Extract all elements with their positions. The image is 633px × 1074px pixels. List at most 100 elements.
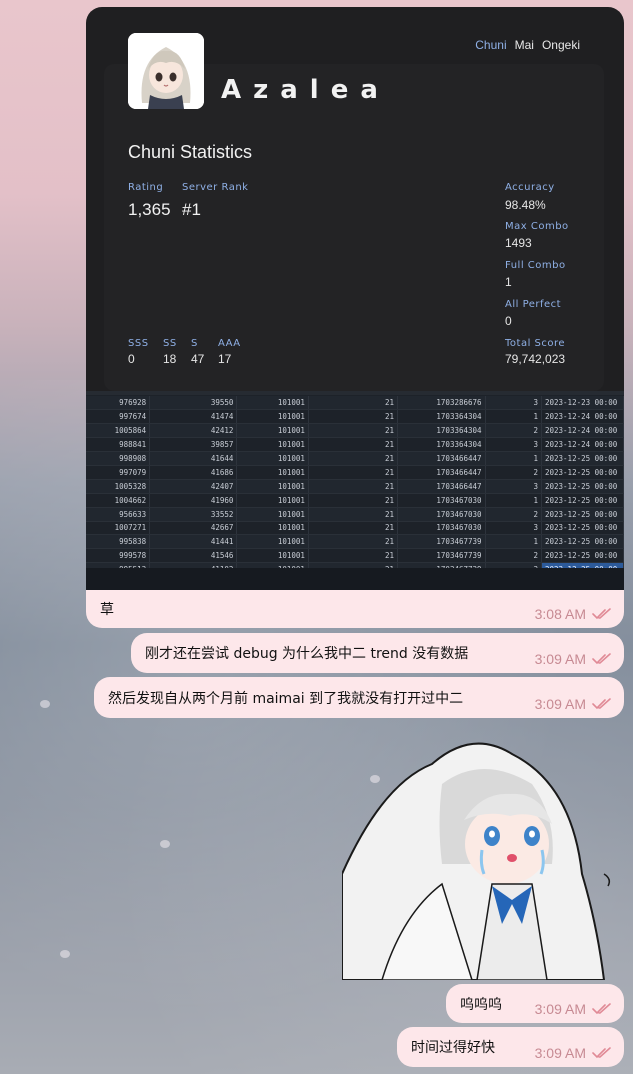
table-cell[interactable]: 21: [308, 507, 399, 522]
table-row[interactable]: 999578 41546 101001 21 1703467739 2 2023-12-25…: [86, 548, 624, 564]
table-cell[interactable]: 2023-12-25 00:00: [541, 534, 624, 550]
table-cell[interactable]: 997674: [86, 409, 151, 425]
table-cell[interactable]: 1703364304: [397, 409, 486, 425]
table-row[interactable]: 997674 41474 101001 21 1703364304 1 2023-12-24…: [86, 409, 624, 425]
table-row[interactable]: 956633 33552 101001 21 1703467030 2 2023-12-25…: [86, 507, 624, 522]
table-cell[interactable]: 101001: [236, 396, 309, 411]
table-row[interactable]: 998908 41644 101001 21 1703466447 1 2023-12-25…: [86, 451, 624, 466]
table-cell[interactable]: 3: [485, 479, 542, 494]
table-row[interactable]: 995838 41441 101001 21 1703467739 1 2023-12-25…: [86, 534, 624, 550]
table-cell[interactable]: 101001: [236, 451, 309, 466]
table-cell[interactable]: 999578: [86, 548, 151, 564]
table-cell[interactable]: 2023-12-25 00:00: [541, 521, 624, 536]
table-cell[interactable]: 21: [308, 493, 399, 508]
table-cell[interactable]: 1703466447: [397, 479, 486, 494]
table-row[interactable]: 988841 39857 101001 21 1703364304 3 2023-12-24…: [86, 437, 624, 453]
table-cell[interactable]: 3: [485, 437, 542, 453]
table-row[interactable]: 1004662 41960 101001 21 1703467030 1 2023-12-2…: [86, 493, 624, 508]
message-bubble[interactable]: 草 3:08 AM: [86, 590, 624, 628]
table-cell[interactable]: 2: [485, 423, 542, 439]
table-cell[interactable]: 3: [485, 396, 542, 411]
table-row[interactable]: 997079 41686 101001 21 1703466447 2 2023-12-25…: [86, 465, 624, 480]
table-cell[interactable]: 101001: [236, 409, 309, 425]
table-cell[interactable]: 2: [485, 548, 542, 564]
table-cell[interactable]: 1703466447: [397, 465, 486, 480]
table-row[interactable]: 1005864 42412 101001 21 1703364304 2 2023-12-2…: [86, 423, 624, 439]
table-cell[interactable]: 2023-12-24 00:00: [541, 423, 624, 439]
table-cell[interactable]: 2023-12-23 00:00: [541, 396, 624, 411]
table-cell[interactable]: 21: [308, 409, 399, 425]
table-cell[interactable]: 39550: [149, 396, 238, 411]
table-cell[interactable]: 2: [485, 507, 542, 522]
table-cell[interactable]: 2023-12-25 00:00: [541, 465, 624, 480]
table-row[interactable]: 976928 39550 101001 21 1703286676 3 2023-12-23…: [86, 396, 624, 411]
table-cell[interactable]: 41474: [149, 409, 238, 425]
nav-ongeki[interactable]: Ongeki: [542, 38, 580, 52]
table-cell[interactable]: 33552: [149, 507, 238, 522]
table-cell[interactable]: 2: [485, 465, 542, 480]
table-cell[interactable]: 41441: [149, 534, 238, 550]
table-cell[interactable]: 39857: [149, 437, 238, 453]
table-cell[interactable]: 1703286676: [397, 396, 486, 411]
table-cell[interactable]: 976928: [86, 396, 151, 411]
table-cell[interactable]: 2023-12-25 00:00: [541, 493, 624, 508]
table-cell[interactable]: 956633: [86, 507, 151, 522]
nav-mai[interactable]: Mai: [515, 38, 534, 52]
table-cell[interactable]: 101001: [236, 493, 309, 508]
table-cell[interactable]: 995838: [86, 534, 151, 550]
table-cell[interactable]: 42412: [149, 423, 238, 439]
table-cell[interactable]: 42667: [149, 521, 238, 536]
table-cell[interactable]: 21: [308, 534, 399, 550]
table-cell[interactable]: 101001: [236, 437, 309, 453]
table-cell[interactable]: 1703467030: [397, 507, 486, 522]
message-bubble[interactable]: 呜呜呜 3:09 AM: [446, 984, 624, 1023]
table-cell[interactable]: 21: [308, 479, 399, 494]
table-cell[interactable]: 101001: [236, 423, 309, 439]
table-cell[interactable]: 21: [308, 451, 399, 466]
table-cell[interactable]: 1703467030: [397, 493, 486, 508]
crying-girl-sticker[interactable]: [341, 724, 628, 981]
stats-screenshot[interactable]: Chuni Mai Ongeki Azalea Chuni Statistics…: [86, 7, 624, 391]
table-cell[interactable]: 21: [308, 465, 399, 480]
table-cell[interactable]: 1703364304: [397, 437, 486, 453]
table-cell[interactable]: 2023-12-25 00:00: [541, 548, 624, 564]
table-cell[interactable]: 41960: [149, 493, 238, 508]
table-cell[interactable]: 1004662: [86, 493, 151, 508]
table-cell[interactable]: 42407: [149, 479, 238, 494]
table-cell[interactable]: 21: [308, 521, 399, 536]
table-cell[interactable]: 1005328: [86, 479, 151, 494]
table-cell[interactable]: 101001: [236, 521, 309, 536]
table-cell[interactable]: 2023-12-25 00:00: [541, 507, 624, 522]
table-cell[interactable]: 21: [308, 548, 399, 564]
table-cell[interactable]: 21: [308, 437, 399, 453]
table-cell[interactable]: 2023-12-25 00:00: [541, 479, 624, 494]
table-row[interactable]: 1007271 42667 101001 21 1703467030 3 2023-12-2…: [86, 521, 624, 536]
table-cell[interactable]: 1703467739: [397, 548, 486, 564]
table-cell[interactable]: 1: [485, 409, 542, 425]
table-cell[interactable]: 1: [485, 451, 542, 466]
table-cell[interactable]: 2023-12-24 00:00: [541, 437, 624, 453]
message-bubble[interactable]: 然后发现自从两个月前 maimai 到了我就没有打开过中二 3:09 AM: [94, 677, 624, 718]
table-cell[interactable]: 1007271: [86, 521, 151, 536]
table-cell[interactable]: 3: [485, 521, 542, 536]
table-cell[interactable]: 1703364304: [397, 423, 486, 439]
table-cell[interactable]: 41644: [149, 451, 238, 466]
table-cell[interactable]: 41686: [149, 465, 238, 480]
table-cell[interactable]: 101001: [236, 479, 309, 494]
table-cell[interactable]: 101001: [236, 507, 309, 522]
table-cell[interactable]: 1: [485, 534, 542, 550]
table-cell[interactable]: 997079: [86, 465, 151, 480]
table-cell[interactable]: 21: [308, 423, 399, 439]
table-cell[interactable]: 1703466447: [397, 451, 486, 466]
table-cell[interactable]: 21: [308, 396, 399, 411]
table-cell[interactable]: 998908: [86, 451, 151, 466]
table-cell[interactable]: 988841: [86, 437, 151, 453]
table-cell[interactable]: 101001: [236, 465, 309, 480]
table-cell[interactable]: 101001: [236, 534, 309, 550]
table-cell[interactable]: 101001: [236, 548, 309, 564]
table-row[interactable]: 1005328 42407 101001 21 1703466447 3 2023-12-2…: [86, 479, 624, 494]
table-cell[interactable]: 2023-12-24 00:00: [541, 409, 624, 425]
table-cell[interactable]: 41546: [149, 548, 238, 564]
table-cell[interactable]: 1005864: [86, 423, 151, 439]
table-cell[interactable]: 1703467030: [397, 521, 486, 536]
